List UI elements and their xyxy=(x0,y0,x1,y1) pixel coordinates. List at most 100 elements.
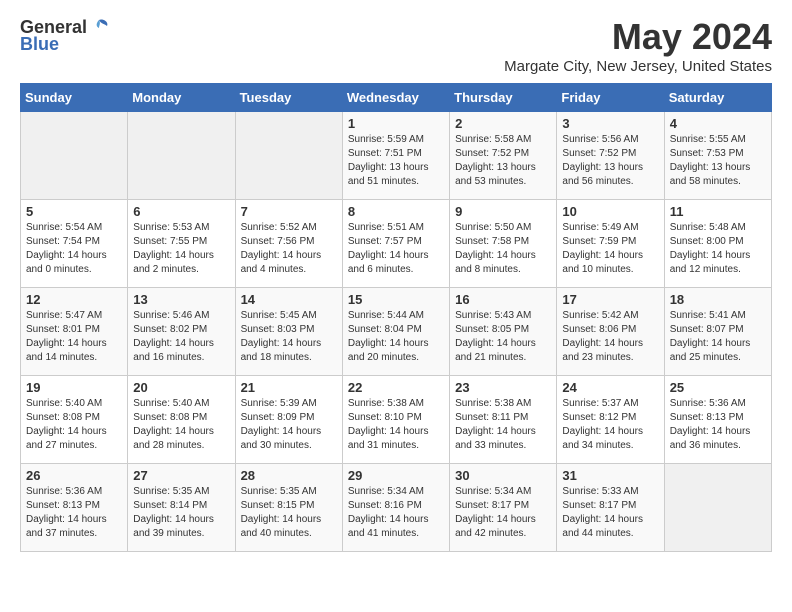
day-info: Sunrise: 5:48 AM Sunset: 8:00 PM Dayligh… xyxy=(670,221,766,277)
month-title: May 2024 xyxy=(504,16,772,58)
calendar-cell: 19 Sunrise: 5:40 AM Sunset: 8:08 PM Dayli… xyxy=(21,376,128,464)
header-sunday: Sunday xyxy=(21,84,128,112)
day-info: Sunrise: 5:40 AM Sunset: 8:08 PM Dayligh… xyxy=(133,397,229,453)
header-tuesday: Tuesday xyxy=(235,84,342,112)
day-info: Sunrise: 5:40 AM Sunset: 8:08 PM Dayligh… xyxy=(26,397,122,453)
calendar-cell: 4Sunrise: 5:55 AM Sunset: 7:53 PM Daylig… xyxy=(664,112,771,200)
day-info: Sunrise: 5:34 AM Sunset: 8:17 PM Dayligh… xyxy=(455,485,551,541)
day-number: 6 xyxy=(133,204,229,219)
day-info: Sunrise: 5:45 AM Sunset: 8:03 PM Dayligh… xyxy=(241,309,337,365)
header-friday: Friday xyxy=(557,84,664,112)
header-thursday: Thursday xyxy=(450,84,557,112)
calendar-cell: 5 Sunrise: 5:54 AM Sunset: 7:54 PM Daylig… xyxy=(21,200,128,288)
day-number: 24 xyxy=(562,380,658,395)
calendar-week-row: 12 Sunrise: 5:47 AM Sunset: 8:01 PM Dayli… xyxy=(21,288,772,376)
calendar-cell: 27 Sunrise: 5:35 AM Sunset: 8:14 PM Dayli… xyxy=(128,464,235,552)
day-number: 17 xyxy=(562,292,658,307)
calendar-week-row: 5 Sunrise: 5:54 AM Sunset: 7:54 PM Daylig… xyxy=(21,200,772,288)
day-info: Sunrise: 5:37 AM Sunset: 8:12 PM Dayligh… xyxy=(562,397,658,453)
header-monday: Monday xyxy=(128,84,235,112)
calendar-cell: 25Sunrise: 5:36 AM Sunset: 8:13 PM Dayli… xyxy=(664,376,771,464)
day-info: Sunrise: 5:42 AM Sunset: 8:06 PM Dayligh… xyxy=(562,309,658,365)
day-info: Sunrise: 5:43 AM Sunset: 8:05 PM Dayligh… xyxy=(455,309,551,365)
day-number: 13 xyxy=(133,292,229,307)
day-number: 25 xyxy=(670,380,766,395)
day-number: 10 xyxy=(562,204,658,219)
day-info: Sunrise: 5:54 AM Sunset: 7:54 PM Dayligh… xyxy=(26,221,122,277)
logo-bird-icon xyxy=(89,16,111,38)
calendar-cell: 31 Sunrise: 5:33 AM Sunset: 8:17 PM Dayli… xyxy=(557,464,664,552)
day-number: 5 xyxy=(26,204,122,219)
calendar-cell: 21 Sunrise: 5:39 AM Sunset: 8:09 PM Dayli… xyxy=(235,376,342,464)
calendar-cell xyxy=(21,112,128,200)
calendar-week-row: 19 Sunrise: 5:40 AM Sunset: 8:08 PM Dayli… xyxy=(21,376,772,464)
day-info: Sunrise: 5:58 AM Sunset: 7:52 PM Dayligh… xyxy=(455,133,551,189)
logo-blue-text: Blue xyxy=(20,34,59,55)
calendar-cell: 11Sunrise: 5:48 AM Sunset: 8:00 PM Dayli… xyxy=(664,200,771,288)
day-number: 2 xyxy=(455,116,551,131)
day-number: 19 xyxy=(26,380,122,395)
day-info: Sunrise: 5:47 AM Sunset: 8:01 PM Dayligh… xyxy=(26,309,122,365)
day-info: Sunrise: 5:59 AM Sunset: 7:51 PM Dayligh… xyxy=(348,133,444,189)
day-number: 9 xyxy=(455,204,551,219)
day-info: Sunrise: 5:41 AM Sunset: 8:07 PM Dayligh… xyxy=(670,309,766,365)
day-number: 12 xyxy=(26,292,122,307)
calendar-cell xyxy=(664,464,771,552)
location: Margate City, New Jersey, United States xyxy=(504,58,772,75)
calendar-cell: 14 Sunrise: 5:45 AM Sunset: 8:03 PM Dayli… xyxy=(235,288,342,376)
calendar-cell: 26Sunrise: 5:36 AM Sunset: 8:13 PM Dayli… xyxy=(21,464,128,552)
day-number: 31 xyxy=(562,468,658,483)
day-info: Sunrise: 5:38 AM Sunset: 8:10 PM Dayligh… xyxy=(348,397,444,453)
calendar-cell xyxy=(235,112,342,200)
day-info: Sunrise: 5:35 AM Sunset: 8:14 PM Dayligh… xyxy=(133,485,229,541)
day-number: 20 xyxy=(133,380,229,395)
day-number: 7 xyxy=(241,204,337,219)
day-info: Sunrise: 5:36 AM Sunset: 8:13 PM Dayligh… xyxy=(26,485,122,541)
day-number: 27 xyxy=(133,468,229,483)
calendar-cell xyxy=(128,112,235,200)
day-info: Sunrise: 5:39 AM Sunset: 8:09 PM Dayligh… xyxy=(241,397,337,453)
day-number: 22 xyxy=(348,380,444,395)
calendar-cell: 9Sunrise: 5:50 AM Sunset: 7:58 PM Daylig… xyxy=(450,200,557,288)
header-saturday: Saturday xyxy=(664,84,771,112)
day-number: 1 xyxy=(348,116,444,131)
day-number: 23 xyxy=(455,380,551,395)
calendar-cell: 6 Sunrise: 5:53 AM Sunset: 7:55 PM Daylig… xyxy=(128,200,235,288)
calendar-cell: 28Sunrise: 5:35 AM Sunset: 8:15 PM Dayli… xyxy=(235,464,342,552)
header-wednesday: Wednesday xyxy=(342,84,449,112)
day-number: 18 xyxy=(670,292,766,307)
calendar-cell: 8 Sunrise: 5:51 AM Sunset: 7:57 PM Daylig… xyxy=(342,200,449,288)
calendar-cell: 13 Sunrise: 5:46 AM Sunset: 8:02 PM Dayli… xyxy=(128,288,235,376)
calendar-header-row: SundayMondayTuesdayWednesdayThursdayFrid… xyxy=(21,84,772,112)
calendar-cell: 17 Sunrise: 5:42 AM Sunset: 8:06 PM Dayli… xyxy=(557,288,664,376)
day-info: Sunrise: 5:33 AM Sunset: 8:17 PM Dayligh… xyxy=(562,485,658,541)
day-info: Sunrise: 5:34 AM Sunset: 8:16 PM Dayligh… xyxy=(348,485,444,541)
calendar-cell: 18 Sunrise: 5:41 AM Sunset: 8:07 PM Dayli… xyxy=(664,288,771,376)
day-info: Sunrise: 5:46 AM Sunset: 8:02 PM Dayligh… xyxy=(133,309,229,365)
calendar-cell: 7Sunrise: 5:52 AM Sunset: 7:56 PM Daylig… xyxy=(235,200,342,288)
calendar-cell: 16 Sunrise: 5:43 AM Sunset: 8:05 PM Dayli… xyxy=(450,288,557,376)
calendar-cell: 1 Sunrise: 5:59 AM Sunset: 7:51 PM Daylig… xyxy=(342,112,449,200)
logo: General Blue xyxy=(20,16,111,55)
day-number: 14 xyxy=(241,292,337,307)
calendar-cell: 22 Sunrise: 5:38 AM Sunset: 8:10 PM Dayli… xyxy=(342,376,449,464)
calendar-cell: 23Sunrise: 5:38 AM Sunset: 8:11 PM Dayli… xyxy=(450,376,557,464)
day-info: Sunrise: 5:44 AM Sunset: 8:04 PM Dayligh… xyxy=(348,309,444,365)
day-number: 15 xyxy=(348,292,444,307)
day-number: 30 xyxy=(455,468,551,483)
day-number: 21 xyxy=(241,380,337,395)
calendar-cell: 30 Sunrise: 5:34 AM Sunset: 8:17 PM Dayli… xyxy=(450,464,557,552)
calendar-week-row: 26Sunrise: 5:36 AM Sunset: 8:13 PM Dayli… xyxy=(21,464,772,552)
calendar-cell: 15 Sunrise: 5:44 AM Sunset: 8:04 PM Dayli… xyxy=(342,288,449,376)
day-info: Sunrise: 5:51 AM Sunset: 7:57 PM Dayligh… xyxy=(348,221,444,277)
day-number: 3 xyxy=(562,116,658,131)
day-info: Sunrise: 5:53 AM Sunset: 7:55 PM Dayligh… xyxy=(133,221,229,277)
day-number: 8 xyxy=(348,204,444,219)
calendar-week-row: 1 Sunrise: 5:59 AM Sunset: 7:51 PM Daylig… xyxy=(21,112,772,200)
page-header: General Blue May 2024 Margate City, New … xyxy=(20,16,772,75)
day-number: 16 xyxy=(455,292,551,307)
calendar-cell: 12 Sunrise: 5:47 AM Sunset: 8:01 PM Dayli… xyxy=(21,288,128,376)
calendar-cell: 24 Sunrise: 5:37 AM Sunset: 8:12 PM Dayli… xyxy=(557,376,664,464)
day-info: Sunrise: 5:55 AM Sunset: 7:53 PM Dayligh… xyxy=(670,133,766,189)
day-info: Sunrise: 5:56 AM Sunset: 7:52 PM Dayligh… xyxy=(562,133,658,189)
